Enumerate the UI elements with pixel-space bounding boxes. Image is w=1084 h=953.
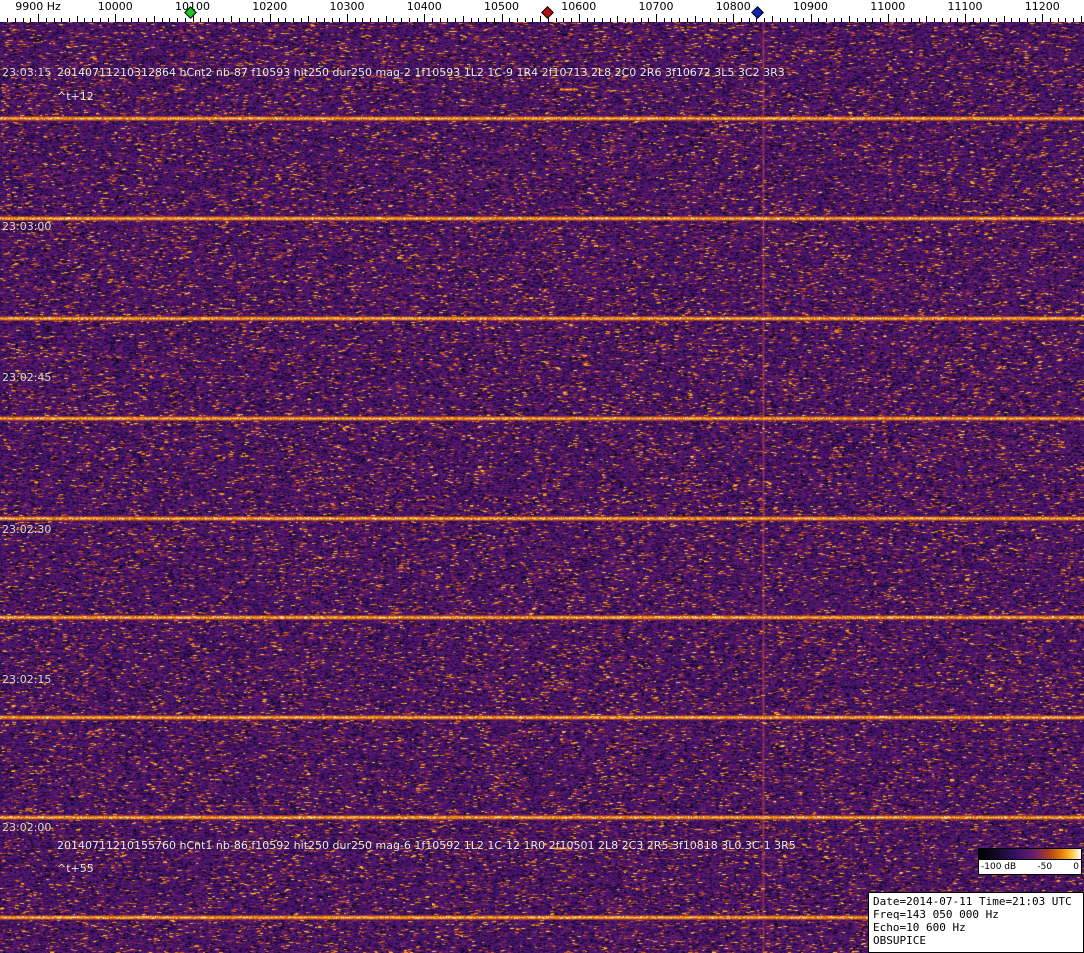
ruler-frequency-label: 10300 (330, 1, 365, 12)
db-max-label: 0 (1073, 862, 1079, 872)
ruler-tick (502, 14, 503, 22)
frequency-ruler: 9900 Hz 10000 10100 10200 10300 10400 10500 106… (0, 0, 1084, 22)
info-echo-line: Echo=10 600 Hz (873, 921, 1079, 934)
db-mid-label: -50 (1037, 862, 1052, 872)
ruler-tick (270, 14, 271, 22)
ruler-frequency-label: 10800 (716, 1, 751, 12)
ruler-frequency-label: 10500 (484, 1, 519, 12)
ruler-frequency-label: 10600 (561, 1, 596, 12)
meteor-spectrogram-app: 9900 Hz 10000 10100 10200 10300 10400 10500 106… (0, 0, 1084, 953)
ruler-frequency-label: 10700 (639, 1, 674, 12)
spectrogram-canvas (0, 22, 1084, 953)
db-min-label: -100 dB (981, 862, 1016, 872)
ruler-tick (38, 14, 39, 22)
ruler-frequency-label: 10000 (98, 1, 133, 12)
ruler-tick (579, 14, 580, 22)
ruler-frequency-label: 11200 (1025, 1, 1060, 12)
ruler-tick (965, 14, 966, 22)
db-scale-legend: -100 dB -50 0 (978, 848, 1082, 875)
info-station-line: OBSUPICE (873, 934, 1079, 947)
ruler-tick (1042, 14, 1043, 22)
ruler-frequency-label: 10400 (407, 1, 442, 12)
ruler-frequency-label: 9900 Hz (15, 1, 61, 12)
ruler-tick (733, 14, 734, 22)
ruler-marker-blue-diamond[interactable] (751, 6, 764, 19)
ruler-frequency-label: 10200 (252, 1, 287, 12)
ruler-tick (888, 14, 889, 22)
ruler-tick (347, 14, 348, 22)
info-box: Date=2014-07-11 Time=21:03 UTC Freq=143 … (868, 892, 1084, 953)
ruler-tick (656, 14, 657, 22)
info-freq-line: Freq=143 050 000 Hz (873, 908, 1079, 921)
ruler-marker-red-diamond[interactable] (541, 6, 554, 19)
db-scale-labels: -100 dB -50 0 (978, 860, 1082, 875)
ruler-frequency-label: 11000 (870, 1, 905, 12)
info-date-line: Date=2014-07-11 Time=21:03 UTC (873, 895, 1079, 908)
db-gradient-bar (978, 848, 1082, 860)
ruler-tick (811, 14, 812, 22)
ruler-tick (115, 14, 116, 22)
ruler-tick (424, 14, 425, 22)
ruler-frequency-label: 10900 (793, 1, 828, 12)
ruler-frequency-label: 11100 (948, 1, 983, 12)
